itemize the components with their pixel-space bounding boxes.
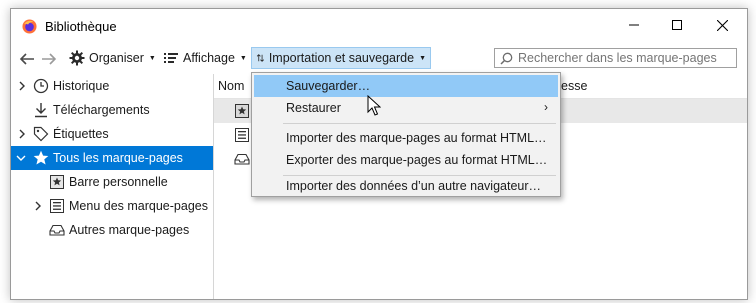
sidebar-item-label: Autres marque-pages (69, 223, 190, 237)
sidebar-item-bookmarks-menu[interactable]: Menu des marque-pages (11, 194, 213, 218)
maximize-icon (672, 20, 682, 30)
sidebar-item-bookmarks-toolbar[interactable]: Barre personnelle (11, 170, 213, 194)
menu-item-label: Exporter des marque-pages au format HTML… (286, 153, 548, 167)
title-bar: Bibliothèque (11, 9, 747, 43)
import-backup-label: Importation et sauvegarde (268, 51, 415, 65)
menu-item-import-other-browser[interactable]: Importer des données d’un autre navigate… (254, 178, 558, 194)
forward-button[interactable] (39, 49, 59, 69)
organise-label: Organiser (89, 51, 144, 65)
menu-separator (283, 123, 556, 124)
back-arrow-icon (19, 53, 34, 65)
gear-icon (69, 50, 85, 66)
expand-chevron-icon[interactable] (33, 200, 43, 212)
view-list-icon (164, 53, 178, 63)
menu-item-label: Importer des données d’un autre navigate… (286, 179, 542, 193)
expand-chevron-icon[interactable] (17, 80, 27, 92)
expand-chevron-icon[interactable] (17, 128, 27, 140)
toolbar: Organiser ▼ Affichage ▼ Importation et s… (11, 46, 747, 72)
menu-separator (283, 175, 556, 176)
mouse-cursor-icon (367, 95, 381, 116)
sidebar-item-history[interactable]: Historique (11, 74, 213, 98)
dropdown-caret-icon: ▼ (239, 54, 247, 62)
menu-list-icon (49, 198, 65, 214)
import-export-arrows-icon (256, 54, 265, 62)
menu-item-import-html[interactable]: Importer des marque-pages au format HTML… (254, 127, 558, 149)
back-button[interactable] (17, 49, 37, 69)
menu-item-label: Importer des marque-pages au format HTML… (286, 131, 547, 145)
close-icon (716, 19, 728, 31)
window-title: Bibliothèque (45, 19, 117, 34)
close-button[interactable] (699, 9, 745, 41)
sidebar-item-label: Tous les marque-pages (53, 151, 183, 165)
sidebar-item-label: Téléchargements (53, 103, 150, 117)
import-backup-menu: Sauvegarder… Restaurer › Importer des ma… (251, 72, 561, 197)
clock-icon (33, 78, 49, 94)
toolbar-star-icon (49, 174, 65, 190)
minimize-button[interactable] (611, 9, 657, 41)
search-input[interactable] (518, 51, 728, 65)
sidebar-item-tags[interactable]: Étiquettes (11, 122, 213, 146)
maximize-button[interactable] (654, 9, 700, 41)
menu-item-label: Sauvegarder… (286, 79, 371, 93)
sidebar-item-downloads[interactable]: Téléchargements (11, 98, 213, 122)
dropdown-caret-icon: ▼ (419, 54, 426, 62)
toolbar-star-icon (234, 103, 250, 119)
minimize-icon (629, 24, 639, 26)
menu-item-restore[interactable]: Restaurer › (254, 97, 558, 119)
download-icon (33, 102, 49, 118)
search-icon (500, 52, 513, 65)
forward-arrow-icon (42, 53, 57, 65)
sidebar-item-label: Étiquettes (53, 127, 109, 141)
star-icon (33, 150, 49, 166)
organise-button[interactable]: Organiser ▼ (65, 47, 160, 69)
view-label: Affichage (183, 51, 235, 65)
dropdown-caret-icon: ▼ (148, 54, 156, 62)
column-address-header[interactable]: esse (561, 79, 587, 93)
collapse-chevron-icon[interactable] (16, 152, 26, 164)
sidebar-item-other-bookmarks[interactable]: Autres marque-pages (11, 218, 213, 242)
sidebar-item-label: Menu des marque-pages (69, 199, 208, 213)
sidebar-tree: Historique Téléchargements Étiquettes To… (11, 74, 214, 299)
sidebar-item-label: Barre personnelle (69, 175, 168, 189)
menu-item-export-html[interactable]: Exporter des marque-pages au format HTML… (254, 149, 558, 171)
search-box[interactable] (494, 48, 737, 68)
firefox-icon (22, 19, 37, 34)
submenu-arrow-icon: › (544, 100, 548, 114)
sidebar-item-all-bookmarks[interactable]: Tous les marque-pages (11, 146, 213, 170)
sidebar-item-label: Historique (53, 79, 110, 93)
tray-icon (234, 151, 250, 167)
library-window: Bibliothèque Organiser ▼ Affichage ▼ Imp… (10, 8, 748, 300)
tag-icon (33, 126, 49, 142)
tray-icon (49, 222, 65, 238)
column-name-header[interactable]: Nom (218, 79, 244, 93)
menu-list-icon (234, 127, 250, 143)
menu-item-backup[interactable]: Sauvegarder… (254, 75, 558, 97)
import-backup-button[interactable]: Importation et sauvegarde ▼ (251, 47, 431, 69)
view-button[interactable]: Affichage ▼ (159, 47, 251, 69)
menu-item-label: Restaurer (286, 101, 341, 115)
